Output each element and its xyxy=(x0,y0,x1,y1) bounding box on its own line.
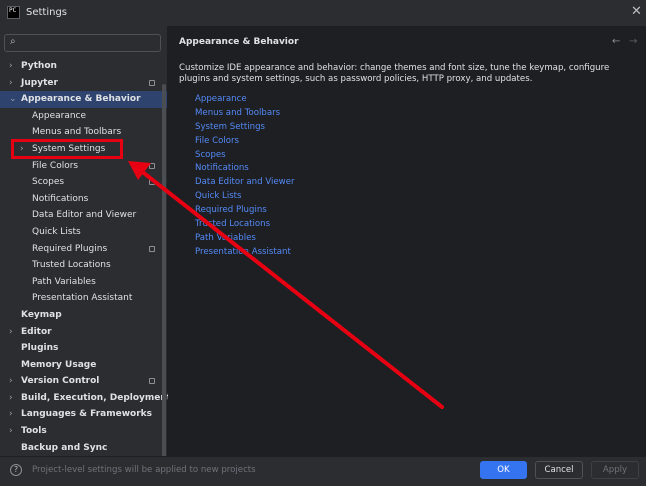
subpage-link[interactable]: Notifications xyxy=(195,162,295,176)
subpage-link[interactable]: Data Editor and Viewer xyxy=(195,176,295,190)
subpage-links: Appearance Menus and Toolbars System Setti… xyxy=(195,93,295,260)
sidebar-item-label: Quick Lists xyxy=(32,226,81,237)
sidebar-item-label: Appearance xyxy=(32,110,87,121)
subpage-link[interactable]: System Settings xyxy=(195,121,295,135)
chevron-right-icon[interactable]: › xyxy=(9,75,13,92)
subpage-link[interactable]: Scopes xyxy=(195,149,295,163)
subpage-link[interactable]: Trusted Locations xyxy=(195,218,295,232)
subpage-link[interactable]: Appearance xyxy=(195,93,295,107)
sidebar-item[interactable]: Scopes xyxy=(0,174,167,191)
sidebar-item[interactable]: Presentation Assistant xyxy=(0,290,167,307)
sidebar-item-label: Data Editor and Viewer xyxy=(32,210,137,221)
sidebar-item[interactable]: Data Editor and Viewer xyxy=(0,207,167,224)
sidebar-item[interactable]: Memory Usage xyxy=(0,357,167,374)
footer-hint: Project-level settings will be applied t… xyxy=(32,465,256,475)
sidebar-item-label: Build, Execution, Deployment xyxy=(21,392,172,403)
settings-tree: › Python › Jupyter ⌄ Appearance & Behavior App… xyxy=(0,58,171,457)
sidebar-item[interactable]: › System Settings xyxy=(0,141,167,158)
page-title: Appearance & Behavior xyxy=(179,37,299,47)
sidebar-scrollbar[interactable] xyxy=(162,84,166,484)
sidebar-item-label: Tools xyxy=(21,426,47,437)
sidebar-item[interactable]: › Editor xyxy=(0,324,167,341)
subpage-link[interactable]: Menus and Toolbars xyxy=(195,107,295,121)
project-level-icon xyxy=(149,162,155,169)
sidebar-item-label: Memory Usage xyxy=(21,359,97,370)
sidebar-item-label: Required Plugins xyxy=(32,243,108,254)
sidebar-item[interactable]: Trusted Locations xyxy=(0,257,167,274)
settings-content: Appearance & Behavior ← → Customize IDE … xyxy=(168,26,646,456)
page-description: Customize IDE appearance and behavior: c… xyxy=(179,63,610,84)
chevron-right-icon[interactable]: › xyxy=(20,141,24,158)
dialog-footer: ? Project-level settings will be applied… xyxy=(0,456,646,486)
sidebar-item[interactable]: Quick Lists xyxy=(0,224,167,241)
project-level-icon xyxy=(149,79,155,86)
subpage-link[interactable]: Presentation Assistant xyxy=(195,246,295,260)
apply-button[interactable]: Apply xyxy=(591,461,639,479)
sidebar-item-label: Menus and Toolbars xyxy=(32,127,122,138)
subpage-link[interactable]: File Colors xyxy=(195,135,295,149)
sidebar-item[interactable]: File Colors xyxy=(0,158,167,175)
chevron-right-icon[interactable]: › xyxy=(9,406,13,423)
sidebar-item-label: Plugins xyxy=(21,343,59,354)
project-level-icon xyxy=(149,245,155,252)
chevron-right-icon[interactable]: › xyxy=(9,373,13,390)
sidebar-item[interactable]: Menus and Toolbars xyxy=(0,124,167,141)
subpage-link[interactable]: Path Variables xyxy=(195,232,295,246)
window-title: Settings xyxy=(26,7,68,18)
chevron-right-icon[interactable]: › xyxy=(9,423,13,440)
sidebar-item-label: Keymap xyxy=(21,309,62,320)
sidebar-item[interactable]: Keymap xyxy=(0,307,167,324)
sidebar-item-label: Python xyxy=(21,61,57,71)
sidebar-item[interactable]: › Tools xyxy=(0,423,167,440)
sidebar-item[interactable]: Required Plugins xyxy=(0,241,167,258)
back-arrow-icon[interactable]: ← xyxy=(612,36,620,47)
sidebar-item[interactable]: Plugins xyxy=(0,340,167,357)
sidebar-item[interactable]: › Python xyxy=(0,58,167,75)
search-icon: ⌕ xyxy=(10,36,16,47)
subpage-link[interactable]: Required Plugins xyxy=(195,204,295,218)
search-input[interactable] xyxy=(27,36,155,50)
sidebar-item-label: Languages & Frameworks xyxy=(21,409,153,420)
sidebar-item-label: Jupyter xyxy=(21,77,58,88)
settings-sidebar: ⌕ › Python › Jupyter ⌄ Appearance & Behavior A… xyxy=(0,26,171,484)
sidebar-item[interactable]: › Version Control xyxy=(0,373,167,390)
sidebar-item[interactable]: › Jupyter xyxy=(0,75,167,92)
sidebar-item-label: File Colors xyxy=(32,160,79,171)
settings-search[interactable]: ⌕ xyxy=(4,34,161,52)
project-level-icon xyxy=(149,378,155,385)
sidebar-item-label: Trusted Locations xyxy=(32,260,111,271)
sidebar-item[interactable]: Path Variables xyxy=(0,274,167,291)
sidebar-item-label: Notifications xyxy=(32,193,89,204)
project-level-icon xyxy=(149,179,155,186)
pycharm-app-icon: PC xyxy=(7,6,20,19)
sidebar-item-label: Appearance & Behavior xyxy=(21,94,141,105)
title-bar: PC Settings ✕ xyxy=(0,0,646,26)
chevron-right-icon[interactable]: › xyxy=(9,324,13,341)
chevron-right-icon[interactable]: › xyxy=(9,58,13,75)
sidebar-item-label: System Settings xyxy=(32,143,106,154)
help-icon[interactable]: ? xyxy=(10,464,22,476)
cancel-button[interactable]: Cancel xyxy=(535,461,583,479)
sidebar-item[interactable]: › Languages & Frameworks xyxy=(0,406,167,423)
sidebar-item-label: Editor xyxy=(21,326,52,337)
sidebar-item[interactable]: › Build, Execution, Deployment xyxy=(0,390,171,407)
sidebar-item[interactable]: Backup and Sync xyxy=(0,440,167,457)
sidebar-item[interactable]: Appearance xyxy=(0,108,167,125)
sidebar-item-label: Presentation Assistant xyxy=(32,293,133,304)
close-icon[interactable]: ✕ xyxy=(631,4,642,19)
sidebar-item[interactable]: Notifications xyxy=(0,191,167,208)
subpage-link[interactable]: Quick Lists xyxy=(195,190,295,204)
sidebar-item-label: Scopes xyxy=(32,177,65,188)
chevron-right-icon[interactable]: › xyxy=(9,390,13,407)
forward-arrow-icon[interactable]: → xyxy=(629,36,637,47)
ok-button[interactable]: OK xyxy=(480,461,527,479)
sidebar-item-label: Backup and Sync xyxy=(21,442,108,453)
sidebar-item-label: Version Control xyxy=(21,376,100,387)
sidebar-item-label: Path Variables xyxy=(32,276,96,287)
sidebar-item[interactable]: ⌄ Appearance & Behavior xyxy=(0,91,167,108)
chevron-down-icon[interactable]: ⌄ xyxy=(9,91,17,108)
